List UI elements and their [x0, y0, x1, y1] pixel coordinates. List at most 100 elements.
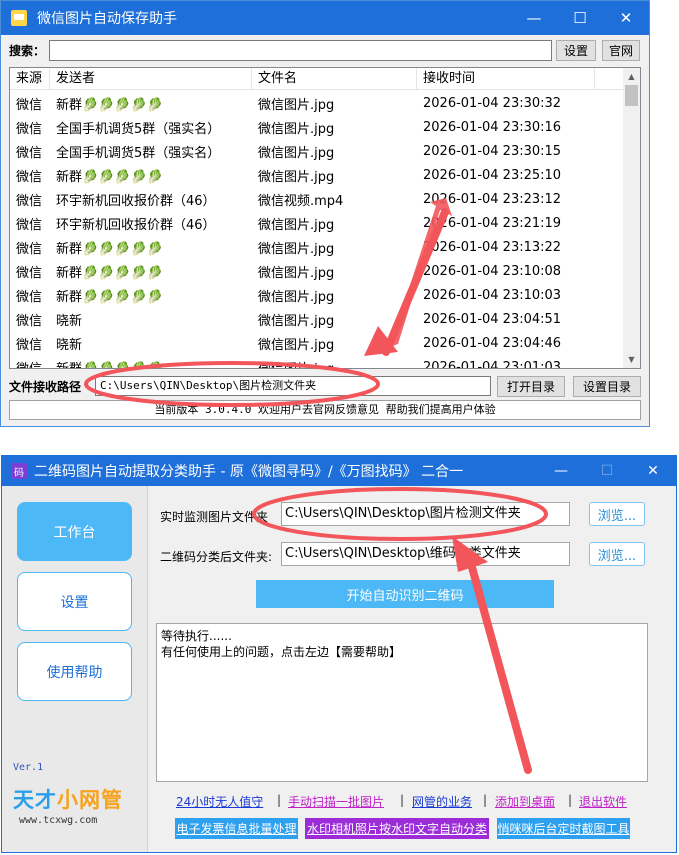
app-icon [11, 10, 27, 26]
scroll-thumb[interactable] [625, 85, 638, 106]
brand-part2: 小网管 [57, 788, 123, 812]
settings-button[interactable]: 设置 [556, 40, 596, 61]
cell-sender: 环宇新机回收报价群（46） [56, 217, 216, 233]
file-list[interactable]: 来源 发送者 文件名 接收时间 微信 新群🥬🥬🥬🥬🥬 微信图片.jpg 2026-01… [9, 67, 641, 369]
cell-sender: 新群🥬🥬🥬🥬🥬 [56, 289, 163, 305]
log-line: 等待执行...... [161, 629, 232, 643]
table-row[interactable]: 微信 新群🥬🥬🥬🥬🥬 微信图片.jpg 2026-01-04 23:01:03 [10, 355, 625, 369]
close-icon[interactable]: ✕ [603, 1, 649, 35]
link-exit[interactable]: 退出软件 [579, 793, 627, 810]
table-row[interactable]: 微信 晓新 微信图片.jpg 2026-01-04 23:04:46 [10, 331, 625, 355]
column-header-sender[interactable]: 发送者 [50, 68, 252, 90]
log-line: 有任何使用上的问题，点击左边【需要帮助】 [161, 645, 402, 659]
nav-settings[interactable]: 设置 [17, 572, 132, 631]
cell-source: 微信 [16, 169, 43, 185]
table-row[interactable]: 微信 新群🥬🥬🥬🥬🥬 微信图片.jpg 2026-01-04 23:25:10 [10, 163, 625, 187]
window-title: 微信图片自动保存助手 [37, 11, 177, 27]
cell-source: 微信 [16, 289, 43, 305]
link-separator: | [400, 793, 405, 807]
cell-sender: 新群🥬🥬🥬🥬🥬 [56, 241, 163, 257]
cell-time: 2026-01-04 23:30:15 [423, 143, 562, 159]
link-separator: | [568, 793, 573, 807]
scroll-up-icon[interactable]: ▲ [623, 68, 640, 85]
start-recognition-button[interactable]: 开始自动识别二维码 [256, 580, 554, 608]
cell-filename: 微信图片.jpg [258, 217, 335, 233]
close-icon[interactable]: ✕ [630, 456, 676, 486]
cell-source: 微信 [16, 313, 43, 329]
cell-filename: 微信图片.jpg [258, 169, 335, 185]
window-title: 二维码图片自动提取分类助手 - 原《微图寻码》/《万图找码》 二合一 [34, 464, 464, 480]
search-label: 搜索： [9, 44, 46, 58]
open-directory-button[interactable]: 打开目录 [497, 376, 565, 397]
cell-time: 2026-01-04 23:10:08 [423, 263, 562, 279]
table-row[interactable]: 微信 环宇新机回收报价群（46） 微信视频.mp4 2026-01-04 23:23:… [10, 187, 625, 211]
table-row[interactable]: 微信 新群🥬🥬🥬🥬🥬 微信图片.jpg 2026-01-04 23:30:32 [10, 91, 625, 115]
cell-filename: 微信图片.jpg [258, 289, 335, 305]
table-row[interactable]: 微信 全国手机调货5群（强实名） 微信图片.jpg 2026-01-04 23:30:… [10, 115, 625, 139]
cell-filename: 微信图片.jpg [258, 145, 335, 161]
monitor-folder-input[interactable]: C:\Users\QIN\Desktop\图片检测文件夹 [281, 502, 570, 526]
minimize-icon[interactable]: — [511, 1, 557, 35]
nav-help[interactable]: 使用帮助 [17, 642, 132, 701]
table-row[interactable]: 微信 晓新 微信图片.jpg 2026-01-04 23:04:51 [10, 307, 625, 331]
cell-time: 2026-01-04 23:30:16 [423, 119, 562, 135]
table-row[interactable]: 微信 全国手机调货5群（强实名） 微信图片.jpg 2026-01-04 23:30:… [10, 139, 625, 163]
status-bar: 当前版本 3.0.4.0 欢迎用户去官网反馈意见 帮助我们提高用户体验 [9, 400, 641, 420]
watermark-camera-tool-button[interactable]: 水印相机照片按水印文字自动分类 [305, 818, 489, 839]
link-unattended[interactable]: 24小时无人值守 [176, 793, 263, 810]
minimize-icon[interactable]: — [538, 456, 584, 486]
cell-source: 微信 [16, 337, 43, 353]
cell-time: 2026-01-04 23:04:51 [423, 311, 562, 327]
output-folder-input[interactable]: C:\Users\QIN\Desktop\维码分类文件夹 [281, 542, 570, 566]
table-row[interactable]: 微信 新群🥬🥬🥬🥬🥬 微信图片.jpg 2026-01-04 23:10:08 [10, 259, 625, 283]
title-bar[interactable]: 码 二维码图片自动提取分类助手 - 原《微图寻码》/《万图找码》 二合一 — ☐… [2, 456, 676, 486]
cell-source: 微信 [16, 361, 43, 369]
list-body: 微信 新群🥬🥬🥬🥬🥬 微信图片.jpg 2026-01-04 23:30:32 微信 全国… [10, 91, 625, 369]
link-separator: | [277, 793, 282, 807]
brand-logo: 天才小网管 www.tcxwg.com [13, 784, 133, 830]
browse-output-button[interactable]: 浏览... [589, 542, 645, 566]
link-row: 24小时无人值守 | 手动扫描一批图片 | 网管的业务 | 添加到桌面 | 退出… [152, 793, 662, 811]
einvoice-tool-button[interactable]: 电子发票信息批量处理 [175, 818, 298, 839]
cell-time: 2026-01-04 23:30:32 [423, 95, 562, 111]
cell-filename: 微信视频.mp4 [258, 193, 344, 209]
output-folder-label: 二维码分类后文件夹: [160, 550, 273, 564]
nav-workbench[interactable]: 工作台 [17, 502, 132, 561]
path-row: 文件接收路径 C:\Users\QIN\Desktop\图片检测文件夹 打开目录… [1, 374, 649, 398]
cell-sender: 新群🥬🥬🥬🥬🥬 [56, 361, 163, 369]
table-row[interactable]: 微信 新群🥬🥬🥬🥬🥬 微信图片.jpg 2026-01-04 23:13:22 [10, 235, 625, 259]
app-icon: 码 [11, 463, 27, 479]
maximize-icon: ☐ [600, 463, 614, 479]
browse-monitor-button[interactable]: 浏览... [589, 502, 645, 526]
list-scrollbar[interactable]: ▲ ▼ [623, 68, 640, 368]
column-header-source[interactable]: 来源 [10, 68, 50, 90]
cell-sender: 新群🥬🥬🥬🥬🥬 [56, 169, 163, 185]
cell-filename: 微信图片.jpg [258, 265, 335, 281]
title-bar[interactable]: 微信图片自动保存助手 — ☐ ✕ [1, 1, 649, 35]
table-row[interactable]: 微信 新群🥬🥬🥬🥬🥬 微信图片.jpg 2026-01-04 23:10:03 [10, 283, 625, 307]
cell-source: 微信 [16, 241, 43, 257]
cell-filename: 微信图片.jpg [258, 361, 335, 369]
cell-sender: 新群🥬🥬🥬🥬🥬 [56, 265, 163, 281]
log-output[interactable]: 等待执行...... 有任何使用上的问题，点击左边【需要帮助】 [156, 623, 648, 782]
monitor-folder-label: 实时监测图片文件夹 [160, 510, 269, 524]
column-header-time[interactable]: 接收时间 [417, 68, 595, 90]
screenshot-tool-button[interactable]: 悄咪咪后台定时截图工具 [497, 818, 630, 839]
website-button[interactable]: 官网 [602, 40, 640, 61]
search-input[interactable] [49, 40, 552, 61]
cell-source: 微信 [16, 145, 43, 161]
cell-source: 微信 [16, 217, 43, 233]
column-header-filename[interactable]: 文件名 [252, 68, 417, 90]
link-manual-scan[interactable]: 手动扫描一批图片 [288, 793, 384, 810]
set-directory-button[interactable]: 设置目录 [573, 376, 641, 397]
maximize-icon[interactable]: ☐ [557, 1, 603, 35]
cell-source: 微信 [16, 97, 43, 113]
receive-path-input[interactable]: C:\Users\QIN\Desktop\图片检测文件夹 [95, 376, 491, 396]
link-netadmin-business[interactable]: 网管的业务 [412, 793, 472, 810]
cell-source: 微信 [16, 265, 43, 281]
cell-sender: 新群🥬🥬🥬🥬🥬 [56, 97, 163, 113]
link-add-desktop[interactable]: 添加到桌面 [495, 793, 555, 810]
table-row[interactable]: 微信 环宇新机回收报价群（46） 微信图片.jpg 2026-01-04 23:21:… [10, 211, 625, 235]
cell-sender: 晓新 [56, 337, 83, 353]
scroll-down-icon[interactable]: ▼ [623, 351, 640, 368]
